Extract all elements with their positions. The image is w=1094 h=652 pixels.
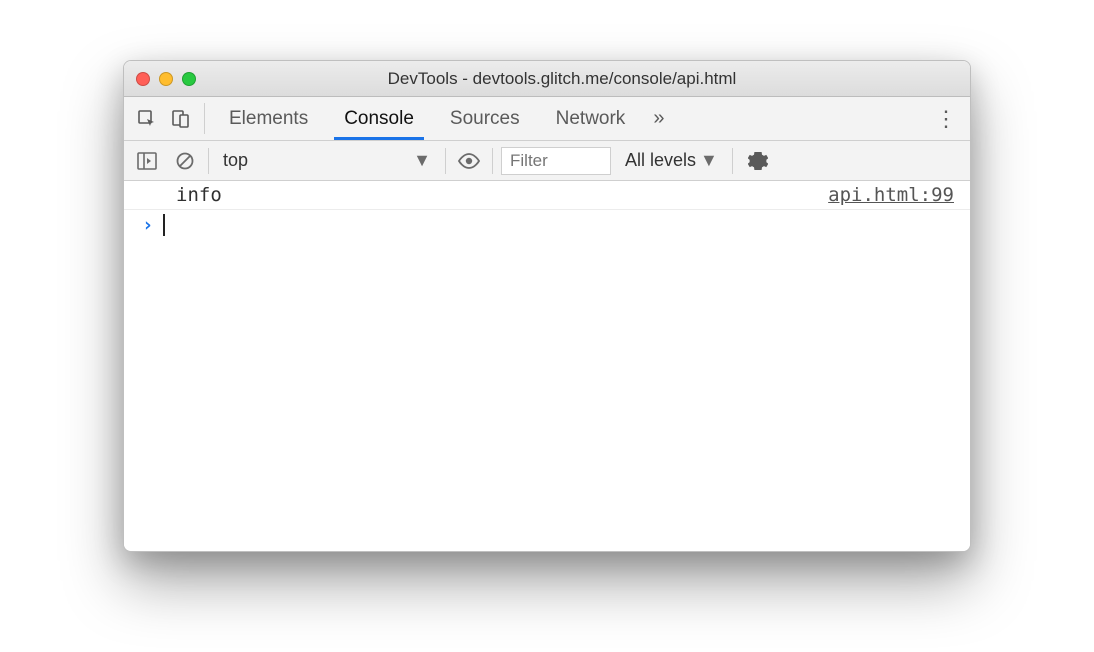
more-tabs-icon[interactable]: » [643,97,674,140]
settings-menu-icon[interactable]: ⋮ [928,97,964,140]
tab-console[interactable]: Console [326,97,432,140]
prompt-caret-icon: › [142,214,153,236]
console-sidebar-toggle-icon[interactable] [132,152,162,170]
log-source-link[interactable]: api.html:99 [828,184,954,206]
clear-console-icon[interactable] [170,151,200,171]
console-toolbar: top ▼ All levels ▼ [124,141,970,181]
zoom-window-button[interactable] [182,72,196,86]
tab-sources[interactable]: Sources [432,97,538,140]
console-prompt[interactable]: › [124,210,970,240]
live-expression-icon[interactable] [454,153,484,169]
titlebar: DevTools - devtools.glitch.me/console/ap… [124,61,970,97]
window-title: DevTools - devtools.glitch.me/console/ap… [206,69,958,89]
log-message: info [176,184,222,206]
dropdown-caret-icon: ▼ [700,150,718,171]
filter-input[interactable] [501,147,611,175]
text-cursor [163,214,165,236]
window-controls [136,72,196,86]
main-toolbar: Elements Console Sources Network » ⋮ [124,97,970,141]
devtools-window: DevTools - devtools.glitch.me/console/ap… [123,60,971,552]
minimize-window-button[interactable] [159,72,173,86]
log-levels-select[interactable]: All levels ▼ [619,150,724,171]
inspect-element-icon[interactable] [130,109,164,129]
dropdown-caret-icon: ▼ [413,150,431,171]
close-window-button[interactable] [136,72,150,86]
device-toolbar-icon[interactable] [164,109,198,129]
execution-context-label: top [223,150,248,171]
log-row: info api.html:99 [124,181,970,210]
tab-elements[interactable]: Elements [211,97,326,140]
tab-network[interactable]: Network [538,97,644,140]
console-settings-icon[interactable] [741,151,775,171]
console-output: info api.html:99 › [124,181,970,551]
panel-tabs: Elements Console Sources Network » [211,97,928,140]
log-levels-label: All levels [625,150,696,171]
execution-context-select[interactable]: top ▼ [217,148,437,173]
